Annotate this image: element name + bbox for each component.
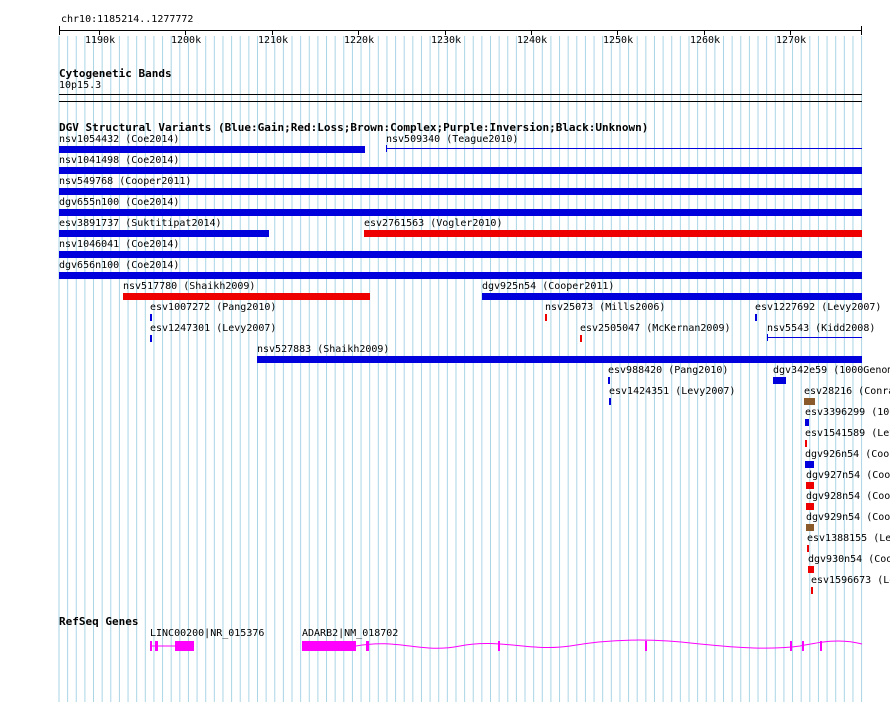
cytoband-track-title: Cytogenetic Bands xyxy=(59,67,172,80)
variant-label[interactable]: dgv342e59 (1000Genomes) xyxy=(773,366,890,376)
gene-exon[interactable] xyxy=(820,641,822,651)
gene-exon[interactable] xyxy=(790,641,792,651)
variant-label[interactable]: nsv1054432 (Coe2014) xyxy=(59,135,179,145)
variant-label[interactable]: dgv929n54 (Cooper2011) xyxy=(806,513,890,523)
variant-label[interactable]: dgv655n100 (Coe2014) xyxy=(59,198,179,208)
variant-bar[interactable] xyxy=(608,377,610,384)
variant-bar[interactable] xyxy=(150,335,152,342)
variant-label[interactable]: esv1424351 (Levy2007) xyxy=(609,387,735,397)
ruler-tick-label: 1270k xyxy=(776,35,807,46)
ruler-tick-label: 1200k xyxy=(171,35,202,46)
gene-exon[interactable] xyxy=(302,641,356,651)
gene-exon[interactable] xyxy=(498,641,500,651)
variant-bar[interactable] xyxy=(580,335,582,342)
variant-label[interactable]: esv1247301 (Levy2007) xyxy=(150,324,276,334)
gene-exon[interactable] xyxy=(802,641,804,651)
ruler-tick-label: 1230k xyxy=(431,35,462,46)
variant-label[interactable]: esv1541589 (Levy2007) xyxy=(805,429,890,439)
ruler-tick-label: 1260k xyxy=(690,35,721,46)
variant-bar[interactable] xyxy=(811,587,813,594)
variant-label[interactable]: nsv517780 (Shaikh2009) xyxy=(123,282,255,292)
variant-bar[interactable] xyxy=(59,272,862,279)
variant-label[interactable]: nsv1041498 (Coe2014) xyxy=(59,156,179,166)
gene-exon[interactable] xyxy=(645,641,647,651)
variant-bar[interactable] xyxy=(59,188,862,195)
variant-bar[interactable] xyxy=(545,314,547,321)
variant-label[interactable]: esv3396299 (1000Genomes) xyxy=(805,408,890,418)
cytoband-label: 10p15.3 xyxy=(59,80,102,91)
variant-label[interactable]: esv1596673 (Levy2007) xyxy=(811,576,890,586)
gene-models xyxy=(150,639,863,651)
variant-label[interactable]: dgv925n54 (Cooper2011) xyxy=(482,282,614,292)
ruler-region-label: chr10:1185214..1277772 xyxy=(61,14,194,25)
variant-label[interactable]: esv2761563 (Vogler2010) xyxy=(364,219,502,229)
variant-bar[interactable] xyxy=(808,566,814,573)
ruler-tick-label: 1250k xyxy=(603,35,634,46)
variant-bar[interactable] xyxy=(806,482,814,489)
variant-bar[interactable] xyxy=(257,356,862,363)
variant-bar[interactable] xyxy=(482,293,862,300)
variant-bar[interactable] xyxy=(59,251,862,258)
variant-label[interactable]: nsv25073 (Mills2006) xyxy=(545,303,665,313)
gene-intron-line[interactable] xyxy=(355,639,863,649)
variant-bar[interactable] xyxy=(807,545,809,552)
variant-bar[interactable] xyxy=(767,337,862,338)
ruler-tick-label: 1190k xyxy=(85,35,116,46)
variant-label[interactable]: nsv5543 (Kidd2008) xyxy=(767,324,875,334)
variant-label[interactable]: dgv927n54 (Cooper2011) xyxy=(806,471,890,481)
variant-label[interactable]: dgv930n54 (Cooper2011) xyxy=(808,555,890,565)
cytoband-line-bottom xyxy=(59,101,862,102)
variant-bar[interactable] xyxy=(609,398,611,405)
variant-bar[interactable] xyxy=(59,230,269,237)
variant-bar[interactable] xyxy=(806,524,814,531)
ruler-tick-label: 1240k xyxy=(517,35,548,46)
variant-label[interactable]: esv2505047 (McKernan2009) xyxy=(580,324,731,334)
variant-bar[interactable] xyxy=(150,314,152,321)
ruler-left-arrow xyxy=(59,26,60,35)
variant-label[interactable]: esv1007272 (Pang2010) xyxy=(150,303,276,313)
variant-bar[interactable] xyxy=(364,230,862,237)
variant-bar[interactable] xyxy=(123,293,370,300)
variant-bar[interactable] xyxy=(59,209,862,216)
background-gridlines xyxy=(58,36,863,702)
ruler-tick-label: 1210k xyxy=(258,35,289,46)
variant-label[interactable]: dgv926n54 (Cooper2011) xyxy=(805,450,890,460)
variant-label[interactable]: nsv1046041 (Coe2014) xyxy=(59,240,179,250)
variant-bar[interactable] xyxy=(806,503,814,510)
variant-bar[interactable] xyxy=(804,398,815,405)
ruler-axis-line xyxy=(59,30,862,31)
variant-label[interactable]: nsv549768 (Cooper2011) xyxy=(59,177,191,187)
variant-bar[interactable] xyxy=(755,314,757,321)
variant-label[interactable]: esv28216 (Conrad2009) xyxy=(804,387,890,397)
gene-exon[interactable] xyxy=(155,641,158,651)
ruler-tick-label: 1220k xyxy=(344,35,375,46)
variant-bar[interactable] xyxy=(386,148,862,149)
cytoband-line-top xyxy=(59,94,862,95)
gene-exon[interactable] xyxy=(150,641,152,651)
variant-label[interactable]: esv3891737 (Suktitipat2014) xyxy=(59,219,222,229)
variant-bar[interactable] xyxy=(805,461,814,468)
variant-label[interactable]: dgv656n100 (Coe2014) xyxy=(59,261,179,271)
gene-exon[interactable] xyxy=(175,641,194,651)
variant-label[interactable]: esv1227692 (Levy2007) xyxy=(755,303,881,313)
variant-label[interactable]: esv988420 (Pang2010) xyxy=(608,366,728,376)
variant-bar[interactable] xyxy=(805,440,807,447)
refseq-track-title: RefSeq Genes xyxy=(59,615,139,628)
variant-label[interactable]: nsv509340 (Teague2010) xyxy=(386,135,518,145)
variant-bar[interactable] xyxy=(773,377,786,384)
ruler-right-arrow xyxy=(861,26,862,35)
dgv-track-title: DGV Structural Variants (Blue:Gain;Red:L… xyxy=(59,121,649,134)
variant-label[interactable]: dgv928n54 (Cooper2011) xyxy=(806,492,890,502)
variant-bar[interactable] xyxy=(805,419,809,426)
variant-bar[interactable] xyxy=(59,146,365,153)
genome-browser-panel: chr10:1185214..1277772 1190k 1200k 1210k 12… xyxy=(0,0,890,702)
variant-label[interactable]: nsv527883 (Shaikh2009) xyxy=(257,345,389,355)
variant-bar[interactable] xyxy=(59,167,862,174)
gene-exon[interactable] xyxy=(366,641,369,651)
variant-label[interactable]: esv1388155 (Levy2007) xyxy=(807,534,890,544)
